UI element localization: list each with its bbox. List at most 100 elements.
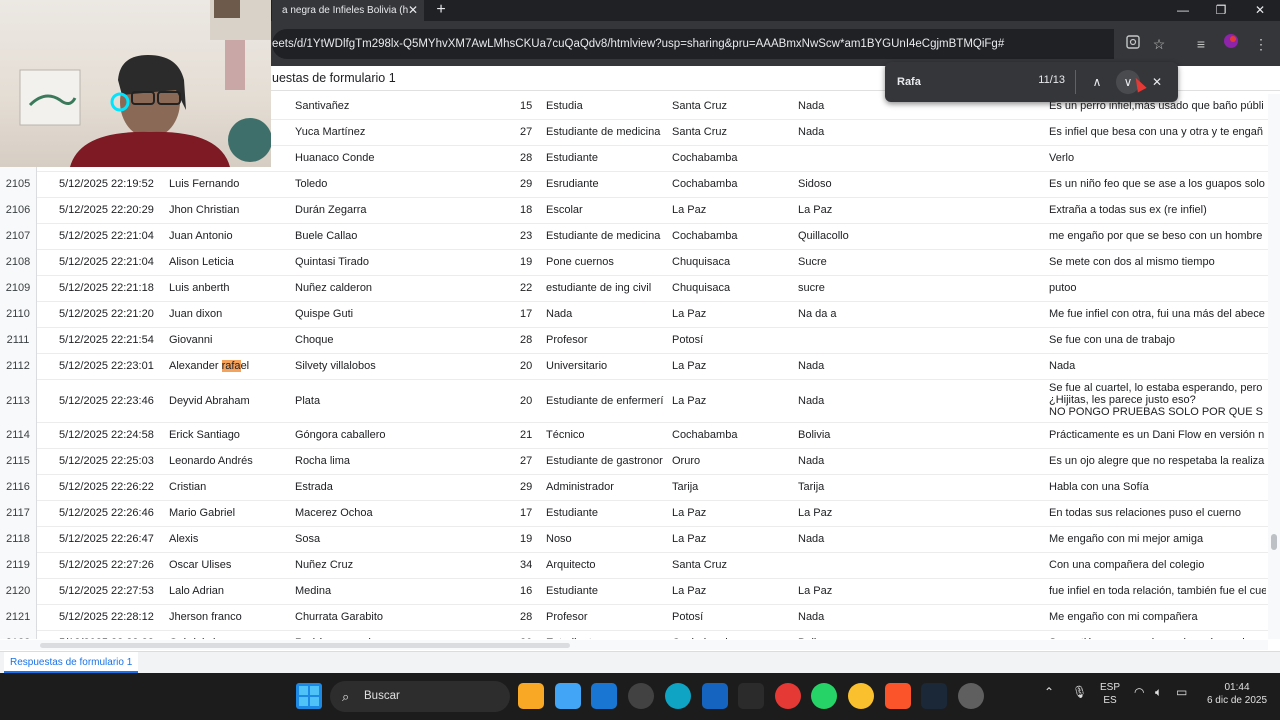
department-cell[interactable]: Cochabamba bbox=[672, 224, 790, 250]
city-cell[interactable]: Na da a bbox=[798, 302, 1038, 328]
timestamp-cell[interactable]: 5/12/2025 22:26:22 bbox=[59, 475, 161, 501]
age-cell[interactable]: 20 bbox=[520, 631, 540, 639]
reason-cell[interactable]: Habla con una Sofía bbox=[1049, 475, 1266, 501]
timestamp-cell[interactable]: 5/12/2025 22:23:01 bbox=[59, 354, 161, 380]
occupation-cell[interactable]: Universitario bbox=[546, 354, 664, 380]
install-icon[interactable] bbox=[1122, 33, 1144, 55]
age-cell[interactable]: 17 bbox=[520, 302, 540, 328]
timestamp-cell[interactable]: 5/12/2025 22:24:58 bbox=[59, 423, 161, 449]
row-number[interactable]: 2110 bbox=[0, 302, 37, 328]
city-cell[interactable]: Bolivia bbox=[798, 423, 1038, 449]
age-cell[interactable]: 27 bbox=[520, 449, 540, 475]
outlook-icon[interactable] bbox=[702, 683, 728, 709]
occupation-cell[interactable]: Nada bbox=[546, 302, 664, 328]
timestamp-cell[interactable]: 5/12/2025 22:21:04 bbox=[59, 250, 161, 276]
new-tab-button[interactable]: + bbox=[432, 0, 450, 21]
reason-cell[interactable]: Nada bbox=[1049, 354, 1266, 380]
last-name-cell[interactable]: Plata bbox=[295, 380, 510, 423]
city-cell[interactable]: Nada bbox=[798, 605, 1038, 631]
row-number[interactable]: 2112 bbox=[0, 354, 37, 380]
last-name-cell[interactable]: Rodríguez prado bbox=[295, 631, 510, 639]
city-cell[interactable]: Sidoso bbox=[798, 172, 1038, 198]
department-cell[interactable]: Chuquisaca bbox=[672, 276, 790, 302]
row-number[interactable]: 2108 bbox=[0, 250, 37, 276]
age-cell[interactable]: 15 bbox=[520, 94, 540, 120]
last-name-cell[interactable]: Yuca Martínez bbox=[295, 120, 510, 146]
city-cell[interactable]: Nada bbox=[798, 380, 1038, 423]
city-cell[interactable]: Nada bbox=[798, 527, 1038, 553]
occupation-cell[interactable]: Estudiante de enfermerí bbox=[546, 380, 664, 423]
occupation-cell[interactable]: Técnico bbox=[546, 423, 664, 449]
tab-close-icon[interactable]: ✕ bbox=[404, 0, 422, 21]
occupation-cell[interactable]: Administrador bbox=[546, 475, 664, 501]
wifi-icon[interactable]: ◠ bbox=[1134, 685, 1144, 699]
name-cell[interactable]: Juan Antonio bbox=[169, 224, 287, 250]
occupation-cell[interactable]: Estudiante bbox=[546, 146, 664, 172]
photos-icon[interactable] bbox=[555, 683, 581, 709]
name-cell[interactable]: Giovanni bbox=[169, 328, 287, 354]
row-number[interactable]: 2116 bbox=[0, 475, 37, 501]
horizontal-scrollbar[interactable] bbox=[0, 640, 1268, 650]
reason-cell[interactable]: Es un ojo alegre que no respetaba la rea… bbox=[1049, 449, 1266, 475]
last-name-cell[interactable]: Rocha lima bbox=[295, 449, 510, 475]
age-cell[interactable]: 19 bbox=[520, 250, 540, 276]
epic-games-icon[interactable] bbox=[738, 683, 764, 709]
timestamp-cell[interactable]: 5/12/2025 22:26:47 bbox=[59, 527, 161, 553]
menu-icon[interactable]: ⋮ bbox=[1250, 33, 1272, 55]
last-name-cell[interactable]: Churrata Garabito bbox=[295, 605, 510, 631]
timestamp-cell[interactable]: 5/12/2025 22:20:29 bbox=[59, 198, 161, 224]
row-number[interactable]: 2114 bbox=[0, 423, 37, 449]
name-cell[interactable]: Lalo Adrian bbox=[169, 579, 287, 605]
timestamp-cell[interactable]: 5/12/2025 22:21:18 bbox=[59, 276, 161, 302]
timestamp-cell[interactable]: 5/12/2025 22:21:54 bbox=[59, 328, 161, 354]
age-cell[interactable]: 21 bbox=[520, 423, 540, 449]
last-name-cell[interactable]: Góngora caballero bbox=[295, 423, 510, 449]
reason-cell[interactable]: Se fue al cuartel, lo estaba esperando, … bbox=[1049, 380, 1266, 423]
last-name-cell[interactable]: Buele Callao bbox=[295, 224, 510, 250]
occupation-cell[interactable]: Pone cuernos bbox=[546, 250, 664, 276]
row-number[interactable]: 2119 bbox=[0, 553, 37, 579]
department-cell[interactable]: La Paz bbox=[672, 198, 790, 224]
edge-icon[interactable] bbox=[665, 683, 691, 709]
row-number[interactable]: 2113 bbox=[0, 380, 37, 423]
taskbar-search[interactable]: ⌕ Buscar bbox=[330, 681, 510, 712]
city-cell[interactable]: La Paz bbox=[798, 198, 1038, 224]
store-icon[interactable] bbox=[591, 683, 617, 709]
age-cell[interactable]: 16 bbox=[520, 579, 540, 605]
occupation-cell[interactable]: Estudia bbox=[546, 94, 664, 120]
occupation-cell[interactable]: Profesor bbox=[546, 328, 664, 354]
timestamp-cell[interactable]: 5/12/2025 22:28:12 bbox=[59, 605, 161, 631]
occupation-cell[interactable]: Escolar bbox=[546, 198, 664, 224]
occupation-cell[interactable]: Estudiante bbox=[546, 631, 664, 639]
city-cell[interactable]: Tarija bbox=[798, 475, 1038, 501]
occupation-cell[interactable]: Estudiante de medicina bbox=[546, 120, 664, 146]
department-cell[interactable]: La Paz bbox=[672, 527, 790, 553]
row-number[interactable]: 2122 bbox=[0, 631, 37, 639]
name-cell[interactable]: Alison Leticia bbox=[169, 250, 287, 276]
age-cell[interactable]: 19 bbox=[520, 527, 540, 553]
occupation-cell[interactable]: Arquitecto bbox=[546, 553, 664, 579]
chrome-icon[interactable] bbox=[848, 683, 874, 709]
row-number[interactable]: 2109 bbox=[0, 276, 37, 302]
age-cell[interactable]: 20 bbox=[520, 380, 540, 423]
name-cell[interactable]: Cristian bbox=[169, 475, 287, 501]
city-cell[interactable] bbox=[798, 146, 1038, 172]
name-cell[interactable]: Gabriel xir bbox=[169, 631, 287, 639]
department-cell[interactable]: La Paz bbox=[672, 579, 790, 605]
name-cell[interactable]: Juan dixon bbox=[169, 302, 287, 328]
last-name-cell[interactable]: Durán Zegarra bbox=[295, 198, 510, 224]
city-cell[interactable]: sucre bbox=[798, 276, 1038, 302]
last-name-cell[interactable]: Huanaco Conde bbox=[295, 146, 510, 172]
age-cell[interactable]: 23 bbox=[520, 224, 540, 250]
city-cell[interactable]: Quillacollo bbox=[798, 224, 1038, 250]
vertical-scrollbar[interactable] bbox=[1268, 94, 1280, 639]
department-cell[interactable]: Cochabamba bbox=[672, 423, 790, 449]
last-name-cell[interactable]: Santivañez bbox=[295, 94, 510, 120]
city-cell[interactable]: Nada bbox=[798, 449, 1038, 475]
row-number[interactable]: 2115 bbox=[0, 449, 37, 475]
file-explorer-icon[interactable] bbox=[518, 683, 544, 709]
name-cell[interactable]: Oscar Ulises bbox=[169, 553, 287, 579]
department-cell[interactable]: Cochabamba bbox=[672, 146, 790, 172]
maximize-button[interactable]: ❐ bbox=[1206, 0, 1236, 21]
timestamp-cell[interactable]: 5/12/2025 22:27:26 bbox=[59, 553, 161, 579]
